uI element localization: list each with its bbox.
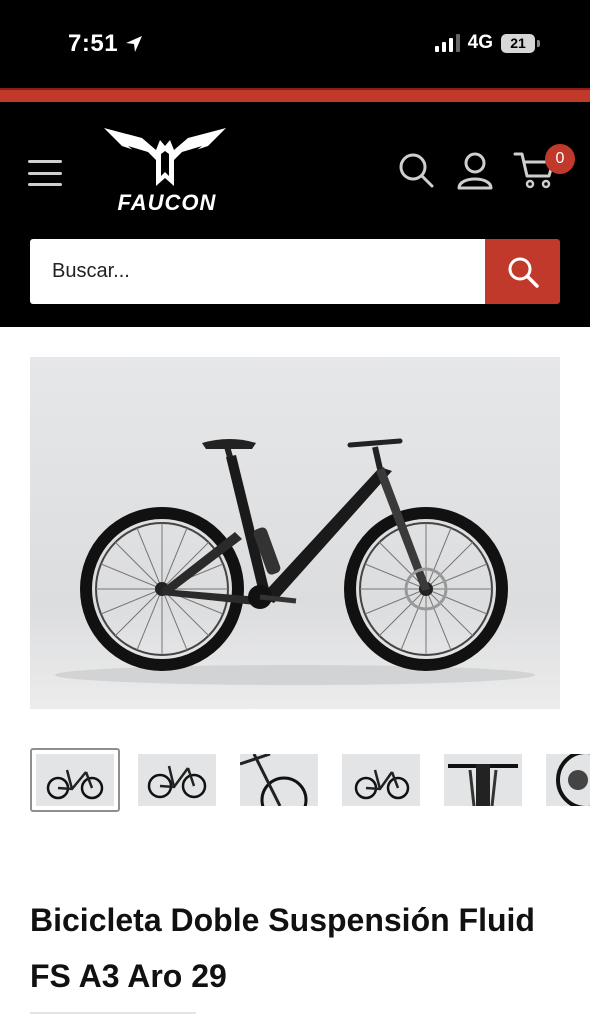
product-title: Bicicleta Doble Suspensión Fluid FS A3 A…: [30, 902, 535, 994]
bicycle-thumbnail-icon: [46, 769, 104, 800]
status-time-group: 7:51: [68, 30, 144, 58]
status-time: 7:51: [68, 30, 119, 57]
search-input[interactable]: [30, 239, 485, 304]
thumbnail[interactable]: [138, 754, 216, 806]
search-submit-button[interactable]: [485, 239, 560, 304]
battery-icon: 21: [501, 33, 540, 53]
bicycle-thumbnail-icon: [147, 765, 207, 799]
drivetrain-thumbnail-icon: [556, 754, 590, 806]
network-type: 4G: [467, 32, 493, 53]
thumbnail-active[interactable]: [30, 748, 120, 812]
handlebar-thumbnail-icon: [448, 764, 518, 806]
brand-logo[interactable]: FAUCON: [92, 124, 242, 215]
user-icon[interactable]: [455, 150, 495, 190]
product-thumbnails: [30, 748, 590, 812]
falcon-logo-icon: [104, 128, 226, 186]
site-header: FAUCON 0: [0, 102, 590, 327]
cart-count-badge[interactable]: 0: [545, 144, 575, 174]
hamburger-menu-icon[interactable]: [28, 160, 62, 186]
status-indicators: 4G 21: [434, 32, 540, 54]
divider: [30, 1012, 196, 1014]
bicycle-image: [55, 438, 535, 685]
thumbnail[interactable]: [444, 754, 522, 806]
bicycle-detail-thumbnail-icon: [240, 754, 308, 806]
signal-icon: [434, 34, 460, 52]
location-arrow-icon: [126, 36, 143, 52]
search-icon: [508, 257, 539, 288]
product-main-image[interactable]: [30, 357, 560, 709]
bicycle-thumbnail-icon: [354, 769, 410, 800]
promo-strip: [0, 88, 590, 102]
thumbnail[interactable]: [240, 754, 318, 806]
battery-level: 21: [501, 33, 535, 53]
search-icon[interactable]: [396, 150, 436, 190]
thumbnail[interactable]: [546, 754, 590, 806]
thumbnail[interactable]: [342, 754, 420, 806]
status-bar: 7:51 4G 21: [0, 0, 590, 88]
search-bar: [30, 239, 560, 304]
brand-wordmark: FAUCON: [117, 190, 217, 215]
